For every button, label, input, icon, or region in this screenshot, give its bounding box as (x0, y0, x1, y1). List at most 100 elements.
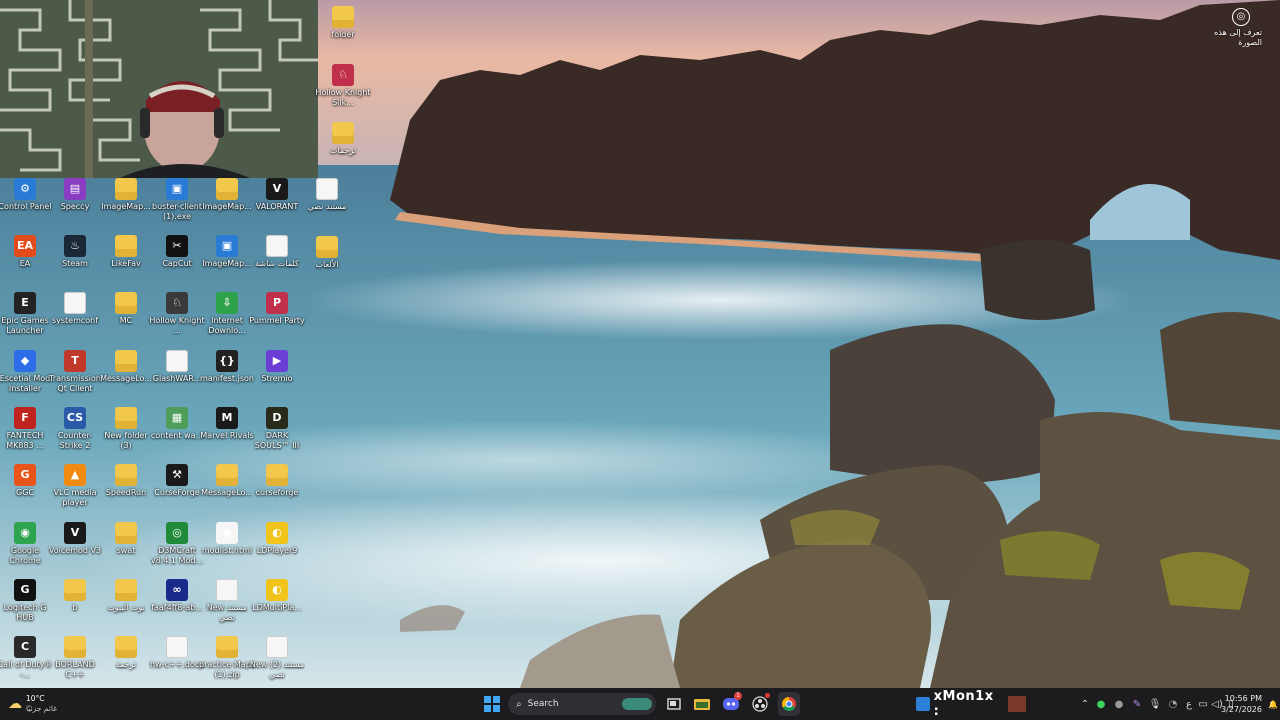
desktop-icon[interactable]: ⚙ Control Panel (0, 178, 53, 212)
desktop-icon[interactable]: ◆ Escetial Mod Installer (0, 350, 53, 394)
desktop-icon[interactable]: ◐ LDPlayer9 (249, 522, 305, 556)
app-icon: ◉ (216, 522, 238, 544)
desktop-icon[interactable]: b (47, 579, 103, 613)
desktop-icon[interactable]: New مستند نصي (199, 579, 255, 623)
desktop-icon[interactable]: ImageMap... (98, 178, 154, 212)
desktop-icon[interactable]: MC (98, 292, 154, 326)
microphone-icon[interactable]: 🎙 (1146, 699, 1164, 710)
desktop-icon[interactable]: ⚒ CurseForge (149, 464, 205, 498)
desktop-icon-label: curseforge (255, 488, 299, 497)
desktop-icon[interactable]: P Pummel Party (249, 292, 305, 326)
desktop-icon-label: كلمات شاشة (255, 259, 299, 268)
tray-app-icon[interactable]: ● (1092, 699, 1110, 710)
desktop-icon[interactable]: V Voicemod V3 (47, 522, 103, 556)
desktop-icon[interactable]: MessageLo... (98, 350, 154, 384)
desktop-icon[interactable]: ♘ Hollow Knight ... (149, 292, 205, 336)
desktop-icon[interactable]: MessageLo... (199, 464, 255, 498)
windows-start-icon[interactable] (482, 692, 502, 716)
network-icon[interactable]: ▭ (1196, 699, 1210, 710)
desktop-icon[interactable]: G Logitech G HUB (0, 579, 53, 623)
media-widget[interactable]: xMon1x : (916, 689, 1026, 719)
taskbar-search[interactable]: ⌕ Search (508, 693, 656, 715)
obs-icon[interactable] (750, 692, 770, 716)
desktop-icon-label: LDPlayer9 (256, 546, 298, 555)
desktop-icon[interactable]: ترجمات (315, 122, 371, 156)
app-icon: ◉ (14, 522, 36, 544)
desktop-icon[interactable]: hw-c++.docx (149, 636, 205, 670)
desktop-icon[interactable]: EA EA (0, 235, 53, 269)
desktop-icon[interactable]: كلمات شاشة (249, 235, 305, 269)
task-view-icon[interactable] (664, 692, 684, 716)
chrome-icon[interactable] (778, 692, 800, 716)
weather-cloud-icon: ☁ (8, 696, 22, 712)
desktop-icon[interactable]: ◉ modlist.html (199, 522, 255, 556)
desktop-icon[interactable]: ▦ content wa... (149, 407, 205, 441)
app-icon: ▣ (166, 178, 188, 200)
desktop-icon-label: Internet Downlo... (208, 316, 246, 335)
desktop-icon-label: MC (119, 316, 133, 325)
app-icon: E (14, 292, 36, 314)
desktop-icon[interactable]: ✂ CapCut (149, 235, 205, 269)
tray-app-icon[interactable]: ◔ (1164, 699, 1182, 710)
desktop-icon[interactable]: New مستند (2) نصي (249, 636, 305, 680)
camera-lens-icon[interactable]: ◎ (1232, 8, 1250, 26)
desktop-icon-label: swat (116, 546, 136, 555)
desktop-icon[interactable]: T Transmission Qt Client (47, 350, 103, 394)
desktop-icon[interactable]: LikeFav (98, 235, 154, 269)
desktop-icon[interactable]: ♨ Steam (47, 235, 103, 269)
desktop-icon[interactable]: folder (315, 6, 371, 40)
desktop-icon[interactable]: systemconf (47, 292, 103, 326)
desktop-icon[interactable]: C Call of Duty® -... (0, 636, 53, 680)
desktop-icon[interactable]: ⇩ Internet Downlo... (199, 292, 255, 336)
desktop-icon[interactable]: ImageMap... (199, 178, 255, 212)
desktop-icon[interactable]: GlashWAR... (149, 350, 205, 384)
language-indicator[interactable]: ع (1182, 699, 1196, 710)
desktop-icon-label: EA (19, 259, 31, 268)
discord-icon[interactable]: 1 (720, 692, 742, 716)
notification-bell-icon[interactable]: 🔔 (1268, 688, 1278, 720)
desktop-icon[interactable]: G GGC (0, 464, 53, 498)
desktop-icon[interactable]: SpeedRun (98, 464, 154, 498)
desktop-icon[interactable]: ▶ Stremio (249, 350, 305, 384)
file-explorer-icon[interactable] (692, 692, 712, 716)
desktop-icon[interactable]: CS Counter-Strike 2 (47, 407, 103, 451)
app-icon: {} (216, 350, 238, 372)
desktop-icon-label: Transmission Qt Client (49, 374, 101, 393)
folder-icon (216, 636, 238, 658)
desktop-icon[interactable]: ◉ Google Chrome (0, 522, 53, 566)
app-icon: ▦ (166, 407, 188, 429)
desktop-icon[interactable]: E Epic Games Launcher (0, 292, 53, 336)
tray-app-icon[interactable]: ● (1110, 699, 1128, 710)
desktop-icon[interactable]: swat (98, 522, 154, 556)
weather-widget[interactable]: ☁ 10°C غائم جزئيًا (8, 692, 78, 716)
chevron-up-icon[interactable]: ⌃ (1078, 699, 1092, 710)
desktop-icon[interactable]: مستند نصي (299, 178, 355, 212)
desktop-icon[interactable]: ∞ faaf4ff8-ab... (149, 579, 205, 613)
desktop-icon[interactable]: V VALORANT (249, 178, 305, 212)
desktop-icon[interactable]: ◐ LDMultiPla... (249, 579, 305, 613)
desktop-icon[interactable]: الألعاب (299, 236, 355, 270)
desktop-icon[interactable]: ▣ ImageMap... (199, 235, 255, 269)
desktop-icon[interactable]: ترجمة (98, 636, 154, 670)
desktop-icon[interactable]: ▲ VLC media player (47, 464, 103, 508)
desktop-icon[interactable]: ▣ buster-client (1).exe (149, 178, 205, 222)
desktop-icon[interactable]: {} manifest.json (199, 350, 255, 384)
desktop-icon[interactable]: ♘ Hollow Knight Silk... (315, 64, 371, 108)
clock[interactable]: 10:56 PM 3/27/2026 (1221, 688, 1262, 720)
pen-icon[interactable]: ✎ (1128, 699, 1146, 710)
desktop-icon[interactable]: curseforge (249, 464, 305, 498)
app-icon: G (14, 464, 36, 486)
search-label: Search (527, 699, 559, 709)
desktop-icon[interactable]: F FANTECH MK883 ... (0, 407, 53, 451)
desktop-icon[interactable]: ▤ Speccy (47, 178, 103, 212)
desktop-icon[interactable]: D DARK SOULS™ III (249, 407, 305, 451)
media-thumbnail (1008, 696, 1026, 712)
desktop-icon[interactable]: BORLAND C++ (47, 636, 103, 680)
lens-caption[interactable]: تعرف إلى هذه الصورة (1202, 28, 1262, 48)
desktop-icon[interactable]: ◎ D3MCraft v8.4.1 Mod... (149, 522, 205, 566)
desktop-icon[interactable]: M Marvel Rivals (199, 407, 255, 441)
desktop-icon[interactable]: New folder (3) (98, 407, 154, 451)
desktop-icon[interactable]: نوت البيوت (98, 579, 154, 613)
desktop-icon[interactable]: practice Maps (1).zip (199, 636, 255, 680)
recording-dot-icon (765, 693, 770, 698)
